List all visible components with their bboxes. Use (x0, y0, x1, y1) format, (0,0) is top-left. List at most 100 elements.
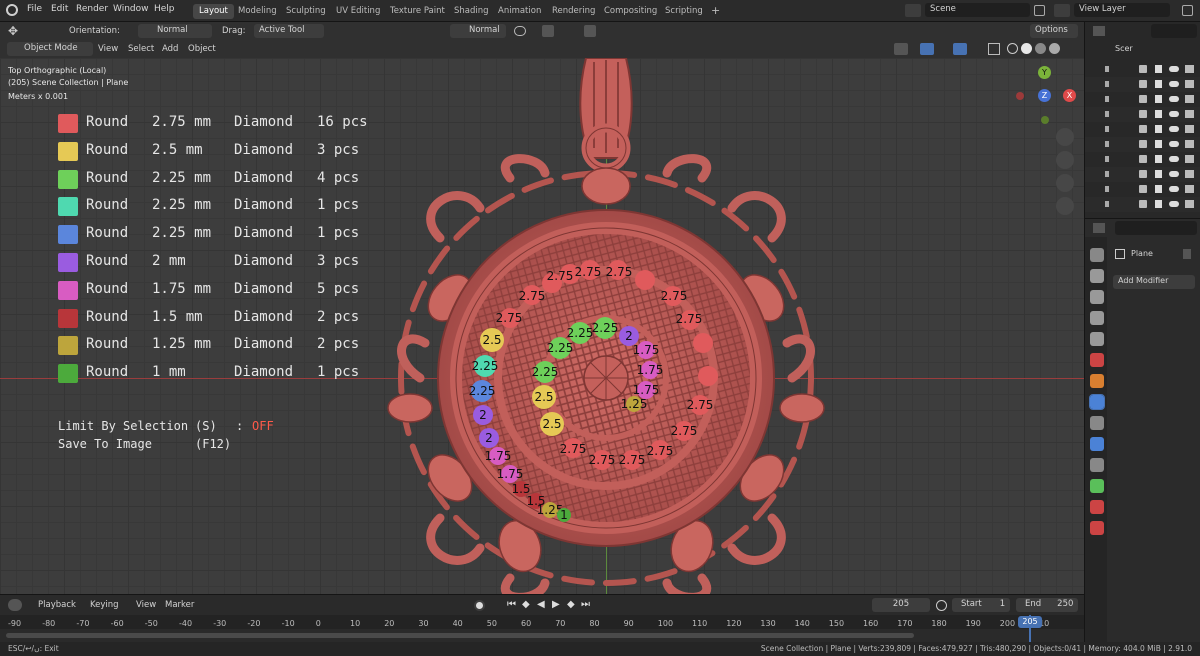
limit-by-selection-value[interactable]: OFF (252, 419, 274, 433)
select-arrow-icon[interactable] (1155, 170, 1162, 178)
constraints-icon[interactable] (1090, 458, 1104, 472)
eye-icon[interactable] (1169, 96, 1179, 102)
eye-icon[interactable] (1169, 111, 1179, 117)
solid-shading-icon[interactable] (1021, 43, 1032, 54)
ortho-grid-icon[interactable] (1056, 197, 1074, 215)
eye-icon[interactable] (1169, 201, 1179, 207)
eye-icon[interactable] (1169, 81, 1179, 87)
outliner-row[interactable] (1085, 197, 1200, 212)
play-reverse-icon[interactable]: ◀ (537, 599, 545, 610)
options-dropdown[interactable]: Options (1030, 24, 1078, 38)
outliner-search-field[interactable] (1151, 24, 1197, 38)
physics-icon[interactable] (1090, 437, 1104, 451)
checkbox-icon[interactable] (1139, 170, 1147, 178)
timeline-menu-view[interactable]: View (136, 600, 156, 610)
pivot-icon[interactable] (514, 26, 526, 36)
expand-arrow-icon[interactable] (1105, 156, 1109, 162)
eye-icon[interactable] (1169, 66, 1179, 72)
menu-edit[interactable]: Edit (51, 4, 68, 14)
orientation-dropdown[interactable]: Normal (138, 24, 212, 38)
expand-arrow-icon[interactable] (1105, 141, 1109, 147)
timeline-editor-icon[interactable] (8, 599, 22, 611)
gizmo-x-icon[interactable]: X (1063, 89, 1076, 102)
prev-keyframe-icon[interactable]: ◆ (522, 599, 530, 610)
tab-compositing[interactable]: Compositing (598, 4, 663, 19)
move-tool-icon[interactable]: ✥ (8, 24, 22, 38)
select-arrow-icon[interactable] (1155, 155, 1162, 163)
scene-field[interactable]: Scene (925, 3, 1030, 17)
select-arrow-icon[interactable] (1155, 65, 1162, 73)
camera-view-icon[interactable] (1056, 174, 1074, 192)
add-workspace-button[interactable]: + (705, 2, 726, 17)
material-shading-icon[interactable] (1035, 43, 1046, 54)
viewport-menu-object[interactable]: Object (188, 44, 216, 54)
output-icon[interactable] (1090, 290, 1104, 304)
play-icon[interactable]: ▶ (552, 599, 560, 610)
blender-logo-icon[interactable] (6, 4, 18, 16)
start-frame-field[interactable]: Start 1 (952, 598, 1010, 612)
viewport-menu-view[interactable]: View (98, 44, 118, 54)
outliner-row[interactable] (1085, 152, 1200, 167)
texture-icon[interactable] (1090, 521, 1104, 535)
tab-layout[interactable]: Layout (193, 4, 234, 19)
expand-arrow-icon[interactable] (1105, 126, 1109, 132)
outliner-row[interactable] (1085, 182, 1200, 197)
expand-arrow-icon[interactable] (1105, 66, 1109, 72)
eye-icon[interactable] (1169, 126, 1179, 132)
camera-icon[interactable] (1185, 65, 1194, 73)
outliner-row[interactable] (1085, 137, 1200, 152)
timeline-scrollbar[interactable] (6, 633, 914, 638)
tab-animation[interactable]: Animation (492, 4, 547, 19)
eye-icon[interactable] (1169, 186, 1179, 192)
transform-orientation-dropdown[interactable]: Normal (450, 24, 506, 38)
outliner-row[interactable] (1085, 107, 1200, 122)
checkbox-icon[interactable] (1139, 140, 1147, 148)
view-layer-icon[interactable] (1090, 311, 1104, 325)
eye-icon[interactable] (1169, 171, 1179, 177)
eye-icon[interactable] (1169, 141, 1179, 147)
camera-icon[interactable] (1185, 140, 1194, 148)
select-arrow-icon[interactable] (1155, 185, 1162, 193)
rendered-shading-icon[interactable] (1049, 43, 1060, 54)
select-arrow-icon[interactable] (1155, 80, 1162, 88)
tab-shading[interactable]: Shading (448, 4, 495, 19)
viewport-menu-select[interactable]: Select (128, 44, 154, 54)
overlay-toggle-icon[interactable] (953, 43, 967, 55)
view-layer-field[interactable]: View Layer (1074, 3, 1170, 17)
viewport-menu-add[interactable]: Add (162, 44, 178, 54)
select-arrow-icon[interactable] (1155, 140, 1162, 148)
expand-arrow-icon[interactable] (1105, 201, 1109, 207)
checkbox-icon[interactable] (1139, 185, 1147, 193)
camera-icon[interactable] (1185, 110, 1194, 118)
expand-arrow-icon[interactable] (1105, 81, 1109, 87)
jump-end-icon[interactable]: ⏭ (581, 599, 590, 610)
remove-scene-icon[interactable] (1034, 5, 1045, 16)
tab-rendering[interactable]: Rendering (546, 4, 601, 19)
tab-scripting[interactable]: Scripting (659, 4, 709, 19)
tab-uv-editing[interactable]: UV Editing (330, 4, 386, 19)
checkbox-icon[interactable] (1139, 110, 1147, 118)
gizmo-z-icon[interactable]: Z (1038, 89, 1051, 102)
properties-search-field[interactable] (1115, 221, 1197, 235)
scene-icon[interactable] (905, 4, 921, 17)
menu-render[interactable]: Render (76, 4, 108, 14)
playhead-marker[interactable]: 205 (1018, 616, 1042, 628)
gizmo-toggle-icon[interactable] (920, 43, 934, 55)
pan-hand-icon[interactable] (1056, 151, 1074, 169)
select-arrow-icon[interactable] (1155, 110, 1162, 118)
outliner-editor-icon[interactable] (1093, 26, 1105, 36)
outliner-row[interactable] (1085, 77, 1200, 92)
checkbox-icon[interactable] (1139, 155, 1147, 163)
drag-dropdown[interactable]: Active Tool (254, 24, 324, 38)
stopwatch-icon[interactable] (936, 600, 947, 611)
checkbox-icon[interactable] (1139, 200, 1147, 208)
camera-icon[interactable] (1185, 80, 1194, 88)
zoom-icon[interactable] (1056, 128, 1074, 146)
expand-arrow-icon[interactable] (1105, 111, 1109, 117)
record-icon[interactable] (474, 600, 485, 611)
snap-icon[interactable] (542, 25, 554, 37)
modifier-wrench-icon[interactable] (1089, 394, 1105, 410)
end-frame-field[interactable]: End 250 (1016, 598, 1078, 612)
camera-icon[interactable] (1185, 185, 1194, 193)
select-arrow-icon[interactable] (1155, 125, 1162, 133)
